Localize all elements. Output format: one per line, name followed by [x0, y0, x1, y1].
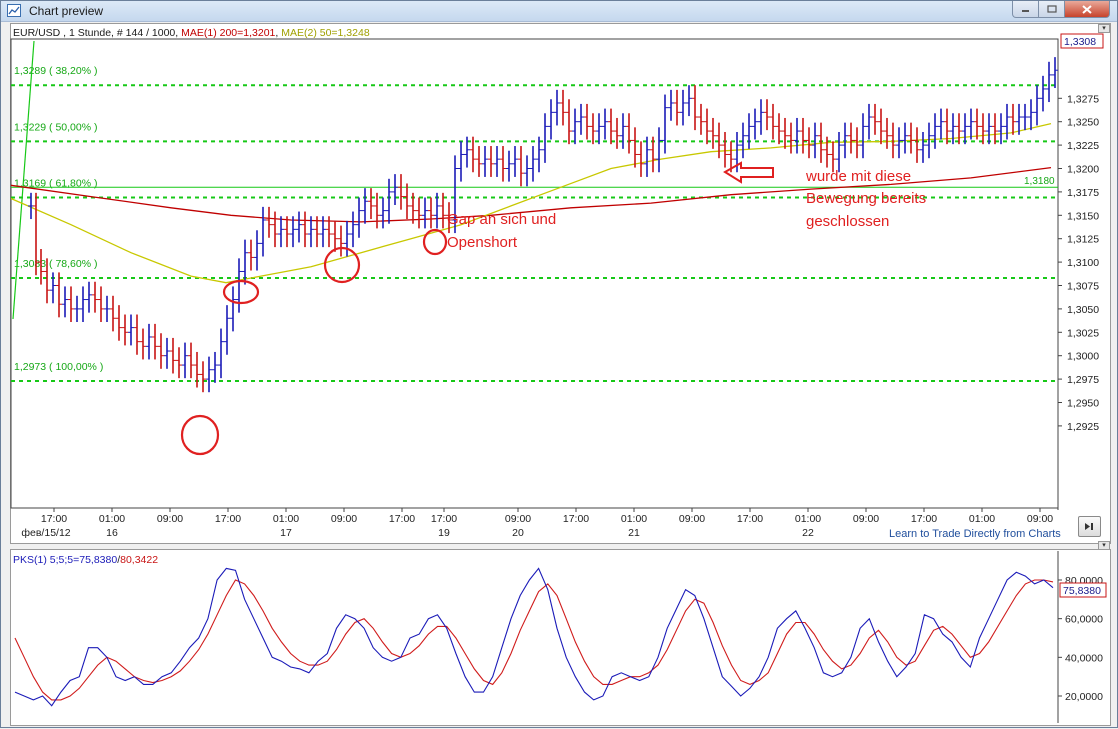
annotation-circle [180, 414, 220, 456]
note-annotation-line2: Bewegung bereits [806, 190, 926, 207]
y-tick-label: 1,3000 [1067, 351, 1099, 363]
x-time-label: 01:00 [795, 513, 821, 525]
x-time-label: 01:00 [273, 513, 299, 525]
x-time-label: 17:00 [389, 513, 415, 525]
y-tick-label: 1,2975 [1067, 374, 1099, 386]
fib-level-label: 1,3229 ( 50,00% ) [14, 121, 97, 133]
gap-annotation-line1: Gap an sich und [447, 211, 556, 228]
play-end-icon [1085, 523, 1093, 530]
x-date-label: 19 [438, 527, 450, 539]
x-date-label: 20 [512, 527, 524, 539]
x-date-label: 21 [628, 527, 640, 539]
x-date-label: фев/15/12 [21, 527, 70, 539]
plot-frame [10, 38, 1059, 509]
y-tick-label: 1,3175 [1067, 187, 1099, 199]
y-tick-label: 1,3025 [1067, 327, 1099, 339]
y-tick-label: 1,3100 [1067, 257, 1099, 269]
x-time-label: 09:00 [679, 513, 705, 525]
annotation-circle [323, 246, 361, 284]
x-time-label: 09:00 [853, 513, 879, 525]
x-time-label: 09:00 [331, 513, 357, 525]
oscillator-minimize-button[interactable]: ▾ [1098, 541, 1110, 550]
annotation-circle [222, 279, 260, 305]
current-price-label: 1,3308 [1064, 36, 1096, 48]
x-time-label: 01:00 [621, 513, 647, 525]
y-tick-label: 1,3125 [1067, 234, 1099, 246]
mae2-label: MAE(2) 50=1,3248 [281, 27, 370, 39]
chart-symbol: EUR/USD , 1 Stunde, # 144 / 1000, [13, 27, 181, 39]
x-time-label: 09:00 [505, 513, 531, 525]
fib-level-label: 1,3289 ( 38,20% ) [14, 65, 97, 77]
y-tick-label: 1,3250 [1067, 117, 1099, 129]
y-tick-label: 1,3075 [1067, 281, 1099, 293]
x-time-label: 17:00 [911, 513, 937, 525]
x-time-label: 17:00 [563, 513, 589, 525]
x-date-label: 16 [106, 527, 118, 539]
x-time-label: 17:00 [737, 513, 763, 525]
y-tick-label: 1,2950 [1067, 398, 1099, 410]
y-tick-label: 1,3050 [1067, 304, 1099, 316]
x-time-label: 01:00 [969, 513, 995, 525]
note-annotation-line3: geschlossen [806, 213, 889, 230]
x-time-label: 09:00 [157, 513, 183, 525]
price-plot[interactable]: EUR/USD , 1 Stunde, # 144 / 1000, MAE(1)… [10, 27, 1104, 539]
x-date-label: 22 [802, 527, 814, 539]
y-tick-label: 1,3225 [1067, 140, 1099, 152]
x-time-label: 17:00 [215, 513, 241, 525]
y-tick-label: 1,3275 [1067, 93, 1099, 105]
oscillator-panel[interactable] [10, 549, 1111, 726]
price-chart[interactable]: EUR/USD , 1 Stunde, # 144 / 1000, MAE(1)… [1, 1, 1118, 549]
x-time-label: 09:00 [1027, 513, 1053, 525]
annotation-circle [422, 228, 448, 256]
scroll-right-button[interactable] [1078, 516, 1101, 537]
x-time-label: 17:00 [431, 513, 457, 525]
note-annotation-line1: wurde mit diese [805, 168, 911, 185]
x-time-label: 01:00 [99, 513, 125, 525]
chart-preview-window: Chart preview EUR/USD , 1 Stunde, # 144 … [0, 0, 1118, 728]
y-tick-label: 1,3200 [1067, 164, 1099, 176]
mae1-label: MAE(1) 200=1,3201 [181, 27, 275, 39]
x-time-label: 17:00 [41, 513, 67, 525]
annotation-arrow-icon [723, 161, 774, 184]
chart-header: EUR/USD , 1 Stunde, # 144 / 1000, MAE(1)… [13, 27, 370, 39]
gap-annotation-line2: Openshort [447, 234, 518, 251]
chart-minimize-button[interactable]: ▾ [1098, 24, 1110, 33]
learn-to-trade-link[interactable]: Learn to Trade Directly from Charts [889, 528, 1061, 540]
x-date-label: 17 [280, 527, 292, 539]
fib-level-label: 1,2973 ( 100,00% ) [14, 361, 103, 373]
y-tick-label: 1,3150 [1067, 210, 1099, 222]
fib-level-label: 1,3083 ( 78,60% ) [14, 258, 97, 270]
horizontal-line-label: 1,3180 [1024, 176, 1055, 187]
y-tick-label: 1,2925 [1067, 421, 1099, 433]
